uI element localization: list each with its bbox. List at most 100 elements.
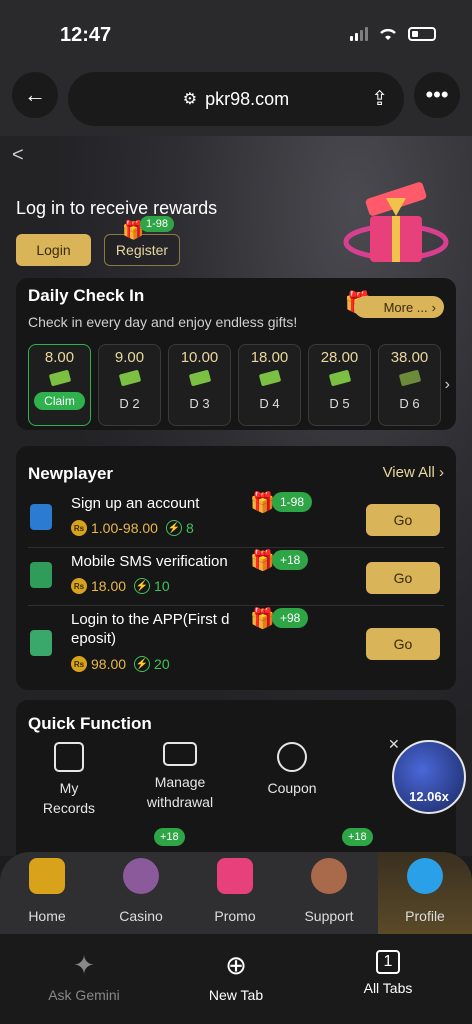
tab-home[interactable]: Home [0,852,94,934]
newplayer-card: Newplayer View All › Sign up an account … [16,446,456,690]
phone-deposit-icon [30,630,52,656]
task-row: Sign up an account 🎁 1-98 Rs 1.00-98.00 … [28,490,444,548]
records-icon [54,742,84,772]
ask-gemini-button[interactable]: ✦ Ask Gemini [24,950,144,1003]
rupee-coin-icon: Rs [71,520,87,536]
view-all-label: View All [382,464,435,481]
bolt-icon: ⚡ [134,656,151,672]
chevron-right-icon[interactable]: › [445,376,450,394]
profile-icon [407,858,443,894]
day-amount: 38.00 [390,349,429,366]
tab-promo[interactable]: Promo [188,852,282,934]
register-reward-badge: 1-98 [140,216,175,232]
day-label: D 4 [259,396,280,411]
browser-menu-button[interactable]: ••• [414,72,460,118]
reward-points: 20 [154,656,170,672]
task-row: Mobile SMS verification 🎁 +18 Rs 18.00 ⚡… [28,548,444,606]
task-reward: Rs 1.00-98.00 ⚡ 8 [71,520,194,536]
card-icon [163,742,197,766]
browser-toolbar: ← ⚙ pkr98.com ⇪ ••• [0,60,472,136]
tab-support[interactable]: +18 Support [282,828,376,934]
ask-gemini-label: Ask Gemini [48,987,120,1003]
checkin-day[interactable]: 18.00 D 4 [238,344,301,426]
day-amount: 8.00 [44,349,75,366]
day-label: D 5 [329,396,350,411]
login-button[interactable]: Login [16,234,91,266]
checkin-day[interactable]: 8.00 Claim [28,344,91,426]
hero-gift-illustration [343,182,449,262]
all-tabs-button[interactable]: 1 All Tabs [328,950,448,996]
close-icon[interactable]: ✕ [388,736,400,753]
day-amount: 28.00 [320,349,359,366]
checkin-day[interactable]: 28.00 D 5 [308,344,371,426]
daily-checkin-card: Daily Check In Check in every day and en… [16,278,456,430]
tab-label: Promo [214,908,256,924]
checkin-day[interactable]: 9.00 D 2 [98,344,161,426]
cash-icon [48,369,71,387]
task-title: Sign up an account [71,495,200,512]
coupon-icon [277,742,307,772]
seven-slot-icon [29,858,65,894]
tab-casino[interactable]: +18 Casino [94,828,188,934]
phone-shield-icon [30,562,52,588]
status-icons [350,26,436,42]
checkin-days: 8.00 Claim 9.00 D 2 10.00 D 3 18.00 D 4 … [28,344,441,426]
gemini-sparkle-icon: ✦ [73,950,95,980]
browser-bottom-bar: ✦ Ask Gemini ⊕ New Tab 1 All Tabs [0,934,472,1024]
cash-icon [118,369,141,387]
claim-button[interactable]: Claim [34,392,85,410]
task-title: Mobile SMS verification [71,553,228,570]
checkin-subtitle: Check in every day and enjoy endless gif… [28,314,298,330]
manage-withdrawal-item[interactable]: Manage withdrawal [134,742,226,812]
wifi-icon [380,28,396,40]
task-badge: +18 [272,550,309,570]
task-title: Login to the APP(First d eposit) [71,611,230,647]
tab-label: Profile [405,908,445,924]
task-badge: +98 [272,608,309,628]
share-icon[interactable]: ⇪ [371,86,388,111]
chevron-right-icon: › [431,299,436,315]
day-label: D 2 [119,396,140,411]
day-amount: 10.00 [180,349,219,366]
go-button[interactable]: Go [366,628,440,660]
checkin-more-button[interactable]: More ... › [353,296,444,318]
day-amount: 9.00 [114,349,145,366]
tab-badge: +18 [342,828,373,846]
support-agent-icon [311,858,347,894]
floating-game-bubble[interactable]: ✕ 12.06x [388,736,466,814]
coupon-item[interactable]: Coupon [252,742,332,798]
clipboard-icon [30,504,52,530]
cash-icon [258,369,281,387]
quick-function-card: Quick Function My Records Manage withdra… [16,700,456,856]
reward-points: 8 [185,520,194,536]
address-bar[interactable]: ⚙ pkr98.com ⇪ [68,72,404,126]
chevron-right-icon: › [439,464,444,481]
more-label: More ... [383,299,428,315]
url-text: pkr98.com [205,88,290,109]
bubble-multiplier: 12.06x [409,789,449,804]
checkin-day[interactable]: 38.00 D 6 [378,344,441,426]
tab-count-icon: 1 [376,950,400,974]
quick-item-label: Coupon [267,780,317,796]
my-records-item[interactable]: My Records [34,742,104,818]
day-label: D 6 [399,396,420,411]
cash-icon [188,369,211,387]
view-all-link[interactable]: View All › [383,464,444,481]
battery-icon [408,27,436,41]
new-tab-label: New Tab [208,987,264,1003]
task-badge: 1-98 [272,492,313,512]
checkin-day[interactable]: 10.00 D 3 [168,344,231,426]
new-tab-button[interactable]: ⊕ New Tab [176,950,296,1003]
newplayer-title: Newplayer [28,464,114,483]
page-content: < Log in to receive rewards Login Regist… [0,136,472,856]
tab-profile[interactable]: Profile [378,852,472,934]
day-label: D 3 [189,396,210,411]
go-button[interactable]: Go [366,562,440,594]
status-time: 12:47 [60,24,112,46]
reward-amount: 98.00 [91,656,127,672]
day-amount: 18.00 [250,349,289,366]
page-back-icon[interactable]: < [12,144,24,167]
go-button[interactable]: Go [366,504,440,536]
hero-title: Log in to receive rewards [16,198,218,218]
browser-back-button[interactable]: ← [12,72,58,118]
